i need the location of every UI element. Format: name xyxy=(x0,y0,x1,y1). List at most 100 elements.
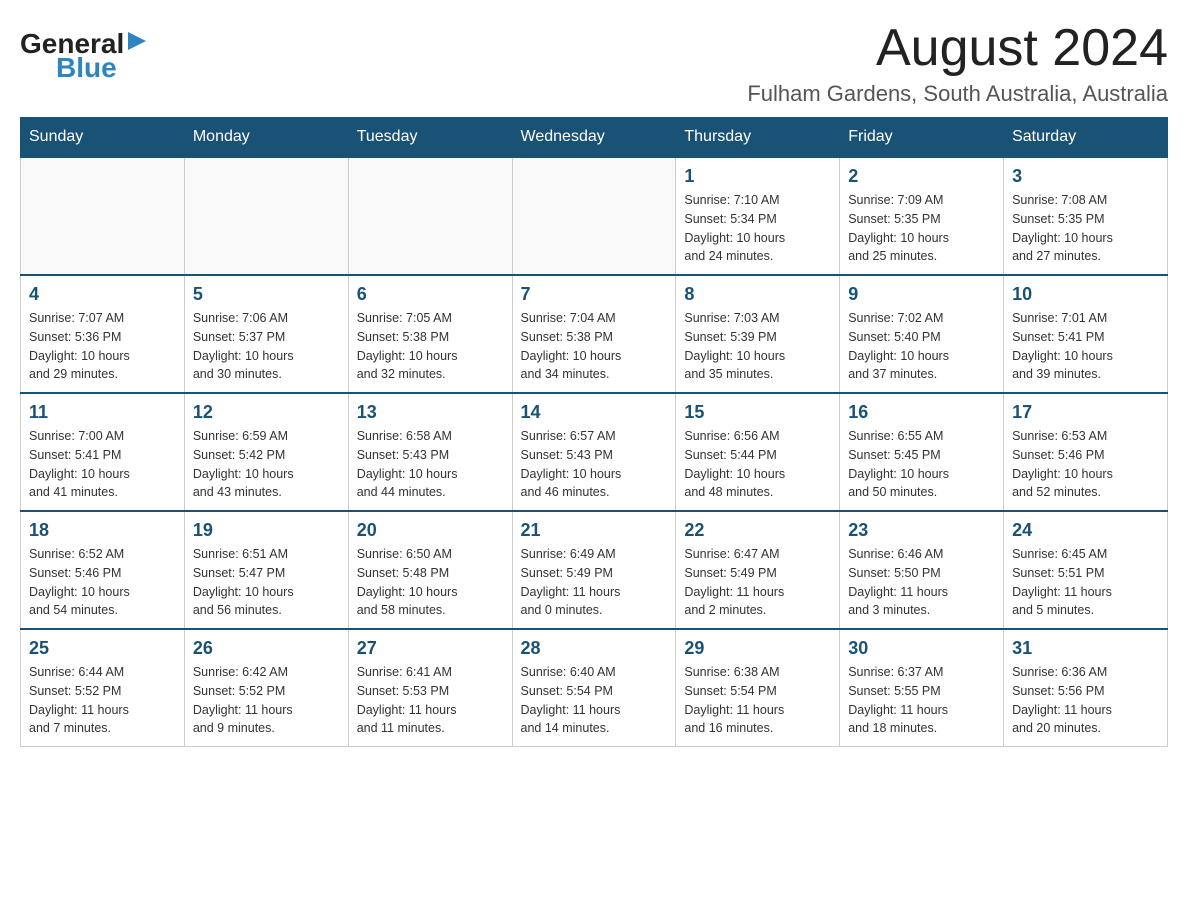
day-number: 3 xyxy=(1012,166,1159,187)
calendar-header-thursday: Thursday xyxy=(676,118,840,158)
calendar-cell: 19 Sunrise: 6:51 AM Sunset: 5:47 PM Dayli… xyxy=(184,511,348,629)
calendar-table: SundayMondayTuesdayWednesdayThursdayFrid… xyxy=(20,117,1168,747)
day-info: Sunrise: 6:52 AM Sunset: 5:46 PM Dayligh… xyxy=(29,545,176,620)
day-info: Sunrise: 6:59 AM Sunset: 5:42 PM Dayligh… xyxy=(193,427,340,502)
calendar-cell: 22 Sunrise: 6:47 AM Sunset: 5:49 PM Dayli… xyxy=(676,511,840,629)
day-info: Sunrise: 7:06 AM Sunset: 5:37 PM Dayligh… xyxy=(193,309,340,384)
day-number: 10 xyxy=(1012,284,1159,305)
week-row-1: 1Sunrise: 7:10 AM Sunset: 5:34 PM Daylig… xyxy=(21,157,1168,275)
day-info: Sunrise: 7:05 AM Sunset: 5:38 PM Dayligh… xyxy=(357,309,504,384)
day-number: 19 xyxy=(193,520,340,541)
calendar-cell: 2 Sunrise: 7:09 AM Sunset: 5:35 PM Daylig… xyxy=(840,157,1004,275)
day-info: Sunrise: 6:56 AM Sunset: 5:44 PM Dayligh… xyxy=(684,427,831,502)
logo-triangle-icon xyxy=(128,32,146,55)
day-number: 14 xyxy=(521,402,668,423)
calendar-cell xyxy=(21,157,185,275)
day-info: Sunrise: 7:08 AM Sunset: 5:35 PM Dayligh… xyxy=(1012,191,1159,266)
title-area: August 2024 Fulham Gardens, South Austra… xyxy=(747,20,1168,107)
calendar-cell: 18Sunrise: 6:52 AM Sunset: 5:46 PM Dayli… xyxy=(21,511,185,629)
calendar-cell: 4 Sunrise: 7:07 AM Sunset: 5:36 PM Daylig… xyxy=(21,275,185,393)
day-info: Sunrise: 6:50 AM Sunset: 5:48 PM Dayligh… xyxy=(357,545,504,620)
day-number: 15 xyxy=(684,402,831,423)
calendar-header-tuesday: Tuesday xyxy=(348,118,512,158)
calendar-cell xyxy=(184,157,348,275)
day-info: Sunrise: 6:37 AM Sunset: 5:55 PM Dayligh… xyxy=(848,663,995,738)
day-number: 31 xyxy=(1012,638,1159,659)
calendar-cell xyxy=(512,157,676,275)
calendar-cell: 13 Sunrise: 6:58 AM Sunset: 5:43 PM Dayli… xyxy=(348,393,512,511)
day-number: 27 xyxy=(357,638,504,659)
day-number: 28 xyxy=(521,638,668,659)
week-row-4: 18Sunrise: 6:52 AM Sunset: 5:46 PM Dayli… xyxy=(21,511,1168,629)
calendar-cell: 23 Sunrise: 6:46 AM Sunset: 5:50 PM Dayli… xyxy=(840,511,1004,629)
calendar-cell: 6 Sunrise: 7:05 AM Sunset: 5:38 PM Daylig… xyxy=(348,275,512,393)
day-info: Sunrise: 6:46 AM Sunset: 5:50 PM Dayligh… xyxy=(848,545,995,620)
day-number: 7 xyxy=(521,284,668,305)
day-number: 5 xyxy=(193,284,340,305)
day-info: Sunrise: 7:07 AM Sunset: 5:36 PM Dayligh… xyxy=(29,309,176,384)
day-number: 25 xyxy=(29,638,176,659)
day-info: Sunrise: 7:03 AM Sunset: 5:39 PM Dayligh… xyxy=(684,309,831,384)
logo-blue: Blue xyxy=(56,54,117,82)
day-info: Sunrise: 7:02 AM Sunset: 5:40 PM Dayligh… xyxy=(848,309,995,384)
day-number: 2 xyxy=(848,166,995,187)
calendar-cell xyxy=(348,157,512,275)
day-info: Sunrise: 6:47 AM Sunset: 5:49 PM Dayligh… xyxy=(684,545,831,620)
calendar-cell: 25 Sunrise: 6:44 AM Sunset: 5:52 PM Dayli… xyxy=(21,629,185,747)
calendar-cell: 3 Sunrise: 7:08 AM Sunset: 5:35 PM Daylig… xyxy=(1004,157,1168,275)
day-info: Sunrise: 7:09 AM Sunset: 5:35 PM Dayligh… xyxy=(848,191,995,266)
calendar-cell: 7 Sunrise: 7:04 AM Sunset: 5:38 PM Daylig… xyxy=(512,275,676,393)
day-info: Sunrise: 6:36 AM Sunset: 5:56 PM Dayligh… xyxy=(1012,663,1159,738)
week-row-2: 4 Sunrise: 7:07 AM Sunset: 5:36 PM Daylig… xyxy=(21,275,1168,393)
day-info: Sunrise: 6:58 AM Sunset: 5:43 PM Dayligh… xyxy=(357,427,504,502)
calendar-cell: 11 Sunrise: 7:00 AM Sunset: 5:41 PM Dayli… xyxy=(21,393,185,511)
calendar-cell: 29 Sunrise: 6:38 AM Sunset: 5:54 PM Dayli… xyxy=(676,629,840,747)
calendar-cell: 21Sunrise: 6:49 AM Sunset: 5:49 PM Dayli… xyxy=(512,511,676,629)
day-info: Sunrise: 7:10 AM Sunset: 5:34 PM Dayligh… xyxy=(684,191,831,266)
calendar-cell: 15 Sunrise: 6:56 AM Sunset: 5:44 PM Dayli… xyxy=(676,393,840,511)
day-info: Sunrise: 6:53 AM Sunset: 5:46 PM Dayligh… xyxy=(1012,427,1159,502)
day-number: 13 xyxy=(357,402,504,423)
day-info: Sunrise: 6:41 AM Sunset: 5:53 PM Dayligh… xyxy=(357,663,504,738)
day-number: 24 xyxy=(1012,520,1159,541)
calendar-header-row: SundayMondayTuesdayWednesdayThursdayFrid… xyxy=(21,118,1168,158)
day-info: Sunrise: 7:04 AM Sunset: 5:38 PM Dayligh… xyxy=(521,309,668,384)
day-number: 6 xyxy=(357,284,504,305)
day-number: 17 xyxy=(1012,402,1159,423)
day-number: 30 xyxy=(848,638,995,659)
calendar-cell: 26Sunrise: 6:42 AM Sunset: 5:52 PM Dayli… xyxy=(184,629,348,747)
calendar-cell: 1Sunrise: 7:10 AM Sunset: 5:34 PM Daylig… xyxy=(676,157,840,275)
header: General Blue August 2024 Fulham Gardens,… xyxy=(20,20,1168,107)
week-row-3: 11 Sunrise: 7:00 AM Sunset: 5:41 PM Dayli… xyxy=(21,393,1168,511)
calendar-header-saturday: Saturday xyxy=(1004,118,1168,158)
day-number: 20 xyxy=(357,520,504,541)
day-info: Sunrise: 6:57 AM Sunset: 5:43 PM Dayligh… xyxy=(521,427,668,502)
calendar-cell: 10 Sunrise: 7:01 AM Sunset: 5:41 PM Dayli… xyxy=(1004,275,1168,393)
day-number: 23 xyxy=(848,520,995,541)
day-info: Sunrise: 6:42 AM Sunset: 5:52 PM Dayligh… xyxy=(193,663,340,738)
day-number: 4 xyxy=(29,284,176,305)
day-number: 8 xyxy=(684,284,831,305)
day-info: Sunrise: 7:00 AM Sunset: 5:41 PM Dayligh… xyxy=(29,427,176,502)
day-info: Sunrise: 7:01 AM Sunset: 5:41 PM Dayligh… xyxy=(1012,309,1159,384)
calendar-cell: 30 Sunrise: 6:37 AM Sunset: 5:55 PM Dayli… xyxy=(840,629,1004,747)
day-number: 29 xyxy=(684,638,831,659)
calendar-cell: 27 Sunrise: 6:41 AM Sunset: 5:53 PM Dayli… xyxy=(348,629,512,747)
main-title: August 2024 xyxy=(747,20,1168,77)
calendar-header-sunday: Sunday xyxy=(21,118,185,158)
day-number: 22 xyxy=(684,520,831,541)
day-number: 11 xyxy=(29,402,176,423)
day-info: Sunrise: 6:44 AM Sunset: 5:52 PM Dayligh… xyxy=(29,663,176,738)
day-number: 16 xyxy=(848,402,995,423)
calendar-cell: 24 Sunrise: 6:45 AM Sunset: 5:51 PM Dayli… xyxy=(1004,511,1168,629)
calendar-header-wednesday: Wednesday xyxy=(512,118,676,158)
day-info: Sunrise: 6:45 AM Sunset: 5:51 PM Dayligh… xyxy=(1012,545,1159,620)
calendar-cell: 17 Sunrise: 6:53 AM Sunset: 5:46 PM Dayli… xyxy=(1004,393,1168,511)
subtitle: Fulham Gardens, South Australia, Austral… xyxy=(747,81,1168,107)
day-info: Sunrise: 6:55 AM Sunset: 5:45 PM Dayligh… xyxy=(848,427,995,502)
day-info: Sunrise: 6:49 AM Sunset: 5:49 PM Dayligh… xyxy=(521,545,668,620)
day-info: Sunrise: 6:51 AM Sunset: 5:47 PM Dayligh… xyxy=(193,545,340,620)
calendar-cell: 28Sunrise: 6:40 AM Sunset: 5:54 PM Dayli… xyxy=(512,629,676,747)
day-info: Sunrise: 6:38 AM Sunset: 5:54 PM Dayligh… xyxy=(684,663,831,738)
calendar-header-monday: Monday xyxy=(184,118,348,158)
